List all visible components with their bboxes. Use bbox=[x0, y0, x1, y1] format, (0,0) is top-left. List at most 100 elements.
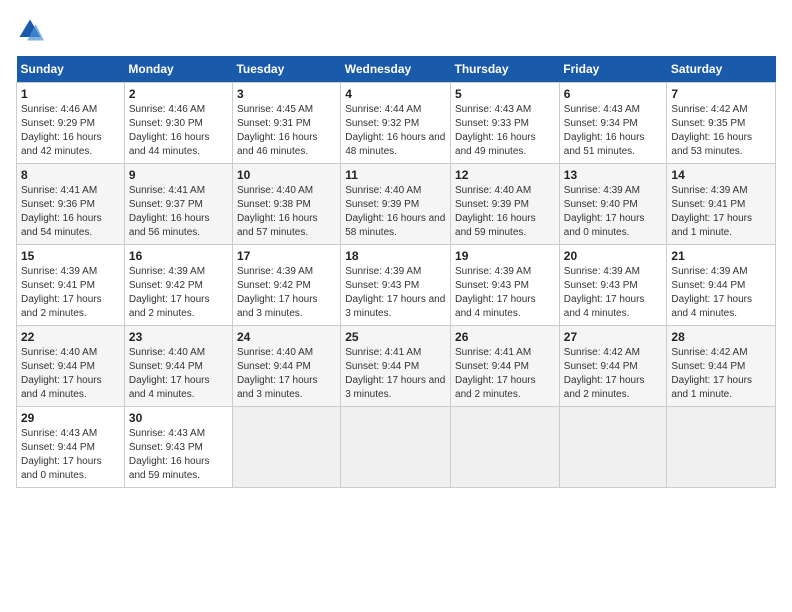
calendar-cell: 14 Sunrise: 4:39 AMSunset: 9:41 PMDaylig… bbox=[667, 164, 776, 245]
day-number: 10 bbox=[237, 168, 336, 182]
calendar-cell: 8 Sunrise: 4:41 AMSunset: 9:36 PMDayligh… bbox=[17, 164, 125, 245]
day-info: Sunrise: 4:39 AMSunset: 9:43 PMDaylight:… bbox=[345, 266, 445, 319]
day-number: 17 bbox=[237, 249, 336, 263]
day-info: Sunrise: 4:42 AMSunset: 9:44 PMDaylight:… bbox=[671, 347, 752, 400]
day-number: 30 bbox=[129, 411, 228, 425]
day-info: Sunrise: 4:40 AMSunset: 9:44 PMDaylight:… bbox=[237, 347, 318, 400]
day-number: 21 bbox=[671, 249, 771, 263]
day-info: Sunrise: 4:41 AMSunset: 9:37 PMDaylight:… bbox=[129, 185, 210, 238]
day-number: 19 bbox=[455, 249, 555, 263]
day-number: 23 bbox=[129, 330, 228, 344]
day-info: Sunrise: 4:39 AMSunset: 9:43 PMDaylight:… bbox=[455, 266, 536, 319]
day-info: Sunrise: 4:41 AMSunset: 9:44 PMDaylight:… bbox=[455, 347, 536, 400]
calendar-cell bbox=[667, 407, 776, 488]
day-number: 15 bbox=[21, 249, 120, 263]
calendar-cell: 5 Sunrise: 4:43 AMSunset: 9:33 PMDayligh… bbox=[451, 83, 560, 164]
calendar-cell bbox=[559, 407, 667, 488]
day-info: Sunrise: 4:43 AMSunset: 9:33 PMDaylight:… bbox=[455, 104, 536, 157]
day-info: Sunrise: 4:43 AMSunset: 9:34 PMDaylight:… bbox=[564, 104, 645, 157]
calendar-cell: 16 Sunrise: 4:39 AMSunset: 9:42 PMDaylig… bbox=[124, 245, 232, 326]
calendar-cell: 22 Sunrise: 4:40 AMSunset: 9:44 PMDaylig… bbox=[17, 326, 125, 407]
day-info: Sunrise: 4:42 AMSunset: 9:35 PMDaylight:… bbox=[671, 104, 752, 157]
day-number: 9 bbox=[129, 168, 228, 182]
calendar-cell: 17 Sunrise: 4:39 AMSunset: 9:42 PMDaylig… bbox=[232, 245, 340, 326]
calendar-cell: 24 Sunrise: 4:40 AMSunset: 9:44 PMDaylig… bbox=[232, 326, 340, 407]
calendar-cell: 13 Sunrise: 4:39 AMSunset: 9:40 PMDaylig… bbox=[559, 164, 667, 245]
day-info: Sunrise: 4:41 AMSunset: 9:44 PMDaylight:… bbox=[345, 347, 445, 400]
day-number: 11 bbox=[345, 168, 446, 182]
calendar-cell: 20 Sunrise: 4:39 AMSunset: 9:43 PMDaylig… bbox=[559, 245, 667, 326]
day-number: 28 bbox=[671, 330, 771, 344]
calendar-cell: 11 Sunrise: 4:40 AMSunset: 9:39 PMDaylig… bbox=[341, 164, 451, 245]
calendar-week-row: 29 Sunrise: 4:43 AMSunset: 9:44 PMDaylig… bbox=[17, 407, 776, 488]
calendar-cell bbox=[341, 407, 451, 488]
calendar-cell: 21 Sunrise: 4:39 AMSunset: 9:44 PMDaylig… bbox=[667, 245, 776, 326]
day-number: 1 bbox=[21, 87, 120, 101]
calendar-cell bbox=[451, 407, 560, 488]
calendar-week-row: 22 Sunrise: 4:40 AMSunset: 9:44 PMDaylig… bbox=[17, 326, 776, 407]
calendar-cell: 4 Sunrise: 4:44 AMSunset: 9:32 PMDayligh… bbox=[341, 83, 451, 164]
calendar-cell: 2 Sunrise: 4:46 AMSunset: 9:30 PMDayligh… bbox=[124, 83, 232, 164]
day-info: Sunrise: 4:39 AMSunset: 9:42 PMDaylight:… bbox=[129, 266, 210, 319]
day-of-week-header: Saturday bbox=[667, 56, 776, 83]
day-number: 14 bbox=[671, 168, 771, 182]
day-info: Sunrise: 4:39 AMSunset: 9:42 PMDaylight:… bbox=[237, 266, 318, 319]
day-number: 6 bbox=[564, 87, 663, 101]
day-info: Sunrise: 4:40 AMSunset: 9:38 PMDaylight:… bbox=[237, 185, 318, 238]
day-info: Sunrise: 4:41 AMSunset: 9:36 PMDaylight:… bbox=[21, 185, 102, 238]
calendar-header-row: SundayMondayTuesdayWednesdayThursdayFrid… bbox=[17, 56, 776, 83]
day-info: Sunrise: 4:39 AMSunset: 9:41 PMDaylight:… bbox=[671, 185, 752, 238]
calendar-cell: 25 Sunrise: 4:41 AMSunset: 9:44 PMDaylig… bbox=[341, 326, 451, 407]
day-info: Sunrise: 4:40 AMSunset: 9:44 PMDaylight:… bbox=[21, 347, 102, 400]
calendar-cell: 19 Sunrise: 4:39 AMSunset: 9:43 PMDaylig… bbox=[451, 245, 560, 326]
day-info: Sunrise: 4:39 AMSunset: 9:41 PMDaylight:… bbox=[21, 266, 102, 319]
day-number: 13 bbox=[564, 168, 663, 182]
day-number: 22 bbox=[21, 330, 120, 344]
day-number: 29 bbox=[21, 411, 120, 425]
day-info: Sunrise: 4:43 AMSunset: 9:44 PMDaylight:… bbox=[21, 428, 102, 481]
day-of-week-header: Monday bbox=[124, 56, 232, 83]
calendar-cell: 10 Sunrise: 4:40 AMSunset: 9:38 PMDaylig… bbox=[232, 164, 340, 245]
calendar-table: SundayMondayTuesdayWednesdayThursdayFrid… bbox=[16, 56, 776, 488]
day-number: 7 bbox=[671, 87, 771, 101]
calendar-cell: 29 Sunrise: 4:43 AMSunset: 9:44 PMDaylig… bbox=[17, 407, 125, 488]
day-of-week-header: Sunday bbox=[17, 56, 125, 83]
day-info: Sunrise: 4:42 AMSunset: 9:44 PMDaylight:… bbox=[564, 347, 645, 400]
day-info: Sunrise: 4:39 AMSunset: 9:43 PMDaylight:… bbox=[564, 266, 645, 319]
day-number: 24 bbox=[237, 330, 336, 344]
day-info: Sunrise: 4:40 AMSunset: 9:44 PMDaylight:… bbox=[129, 347, 210, 400]
calendar-cell: 12 Sunrise: 4:40 AMSunset: 9:39 PMDaylig… bbox=[451, 164, 560, 245]
calendar-cell: 3 Sunrise: 4:45 AMSunset: 9:31 PMDayligh… bbox=[232, 83, 340, 164]
logo-icon bbox=[16, 16, 44, 44]
day-info: Sunrise: 4:46 AMSunset: 9:29 PMDaylight:… bbox=[21, 104, 102, 157]
calendar-cell: 7 Sunrise: 4:42 AMSunset: 9:35 PMDayligh… bbox=[667, 83, 776, 164]
day-of-week-header: Wednesday bbox=[341, 56, 451, 83]
day-number: 8 bbox=[21, 168, 120, 182]
page-header bbox=[16, 16, 776, 44]
day-number: 5 bbox=[455, 87, 555, 101]
calendar-cell: 15 Sunrise: 4:39 AMSunset: 9:41 PMDaylig… bbox=[17, 245, 125, 326]
day-info: Sunrise: 4:44 AMSunset: 9:32 PMDaylight:… bbox=[345, 104, 445, 157]
calendar-cell: 28 Sunrise: 4:42 AMSunset: 9:44 PMDaylig… bbox=[667, 326, 776, 407]
day-number: 18 bbox=[345, 249, 446, 263]
calendar-cell: 9 Sunrise: 4:41 AMSunset: 9:37 PMDayligh… bbox=[124, 164, 232, 245]
calendar-cell bbox=[232, 407, 340, 488]
calendar-cell: 18 Sunrise: 4:39 AMSunset: 9:43 PMDaylig… bbox=[341, 245, 451, 326]
day-of-week-header: Thursday bbox=[451, 56, 560, 83]
day-number: 2 bbox=[129, 87, 228, 101]
day-number: 12 bbox=[455, 168, 555, 182]
day-info: Sunrise: 4:40 AMSunset: 9:39 PMDaylight:… bbox=[455, 185, 536, 238]
calendar-cell: 6 Sunrise: 4:43 AMSunset: 9:34 PMDayligh… bbox=[559, 83, 667, 164]
day-number: 20 bbox=[564, 249, 663, 263]
calendar-week-row: 15 Sunrise: 4:39 AMSunset: 9:41 PMDaylig… bbox=[17, 245, 776, 326]
day-number: 27 bbox=[564, 330, 663, 344]
day-number: 25 bbox=[345, 330, 446, 344]
day-of-week-header: Tuesday bbox=[232, 56, 340, 83]
calendar-cell: 1 Sunrise: 4:46 AMSunset: 9:29 PMDayligh… bbox=[17, 83, 125, 164]
day-number: 26 bbox=[455, 330, 555, 344]
calendar-cell: 23 Sunrise: 4:40 AMSunset: 9:44 PMDaylig… bbox=[124, 326, 232, 407]
calendar-cell: 26 Sunrise: 4:41 AMSunset: 9:44 PMDaylig… bbox=[451, 326, 560, 407]
day-of-week-header: Friday bbox=[559, 56, 667, 83]
calendar-cell: 27 Sunrise: 4:42 AMSunset: 9:44 PMDaylig… bbox=[559, 326, 667, 407]
logo bbox=[16, 16, 48, 44]
